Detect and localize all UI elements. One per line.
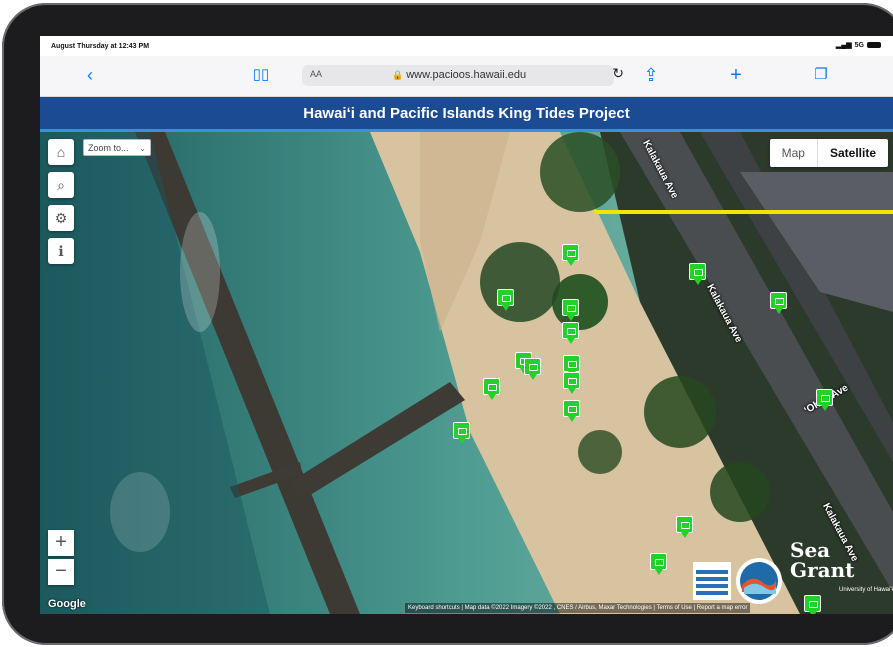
photo-marker[interactable] [676, 516, 693, 538]
status-time: August Thursday at 12:43 PM [51, 43, 150, 50]
sea-grant-logo: Sea Grant University of Hawaiʻi [790, 540, 893, 600]
info-button[interactable]: ℹ [48, 238, 74, 264]
reload-icon[interactable]: ↻ [612, 65, 624, 82]
info-icon: ℹ [58, 243, 64, 259]
map-type-satellite[interactable]: Satellite [816, 139, 888, 167]
screen: August Thursday at 12:43 PM ▂▄▆ 5G ‹ ▯▯ … [40, 36, 893, 614]
home-icon: ⌂ [56, 144, 66, 160]
map-type-toggle[interactable]: Map Satellite [769, 139, 888, 167]
photo-marker[interactable] [562, 322, 579, 344]
url-text: 🔒 www.pacioos.hawaii.edu [392, 69, 526, 81]
home-button[interactable]: ⌂ [48, 139, 74, 165]
zoom-to-select[interactable]: Zoom to... ⌄ [83, 139, 151, 156]
search-icon: ⌕ [57, 177, 65, 193]
plus-icon[interactable]: + [724, 64, 748, 86]
satellite-map[interactable]: ⌂ ⌕ ⚙ ℹ Zoom to... ⌄ Map Satellite Kalak… [40, 132, 893, 614]
google-logo: Google [48, 598, 86, 610]
sea-grant-subtext: University of Hawaiʻi [838, 587, 893, 593]
photo-marker[interactable] [563, 400, 580, 422]
status-right: ▂▄▆ 5G [836, 41, 881, 49]
photo-marker[interactable] [563, 355, 580, 377]
status-bar: August Thursday at 12:43 PM ▂▄▆ 5G [40, 36, 893, 56]
photo-marker[interactable] [770, 292, 787, 314]
signal-icon: ▂▄▆ [835, 42, 852, 49]
pacioos-logo [693, 562, 731, 600]
browser-toolbar: ‹ ▯▯ AA 🔒 www.pacioos.hawaii.edu ↻ ⇪ + ❐ [40, 56, 893, 97]
zoom-out-button[interactable]: − [48, 559, 74, 585]
zoom-to-label: Zoom to... [88, 143, 129, 153]
book-icon[interactable]: ▯▯ [249, 64, 273, 86]
lock-icon: 🔒 [392, 70, 404, 80]
search-button[interactable]: ⌕ [48, 172, 74, 198]
share-icon[interactable]: ⇪ [639, 64, 663, 86]
photo-marker[interactable] [562, 299, 579, 321]
photo-marker[interactable] [563, 372, 580, 394]
tabs-icon[interactable]: ❐ [809, 64, 833, 86]
zoom-in-button[interactable]: + [48, 530, 74, 556]
photo-marker[interactable] [816, 389, 833, 411]
reader-button[interactable]: AA [310, 69, 322, 79]
king-tides-logo [736, 558, 782, 604]
photo-marker[interactable] [497, 289, 514, 311]
page-title: Hawaiʻi and Pacific Islands King Tides P… [303, 105, 630, 122]
battery-icon [867, 42, 881, 48]
map-attribution[interactable]: Keyboard shortcuts | Map data ©2022 Imag… [405, 603, 751, 613]
map-imagery [40, 132, 893, 614]
gear-icon: ⚙ [54, 210, 68, 226]
photo-marker[interactable] [562, 244, 579, 266]
settings-button[interactable]: ⚙ [48, 205, 74, 231]
photo-marker[interactable] [483, 378, 500, 400]
photo-marker[interactable] [650, 553, 667, 575]
map-type-map[interactable]: Map [770, 139, 817, 167]
address-bar[interactable]: AA 🔒 www.pacioos.hawaii.edu ↻ [302, 65, 624, 86]
annotation-pointer [594, 210, 893, 214]
photo-marker[interactable] [453, 422, 470, 444]
network-label: 5G [854, 41, 864, 49]
url-value: www.pacioos.hawaii.edu [406, 69, 527, 81]
photo-marker[interactable] [524, 358, 541, 380]
sea-grant-text: Sea Grant [790, 538, 855, 582]
photo-marker[interactable] [689, 263, 706, 285]
chevron-left-icon[interactable]: ‹ [78, 64, 102, 86]
chevron-down-icon: ⌄ [139, 144, 146, 153]
site-banner: Hawaiʻi and Pacific Islands King Tides P… [40, 97, 893, 132]
